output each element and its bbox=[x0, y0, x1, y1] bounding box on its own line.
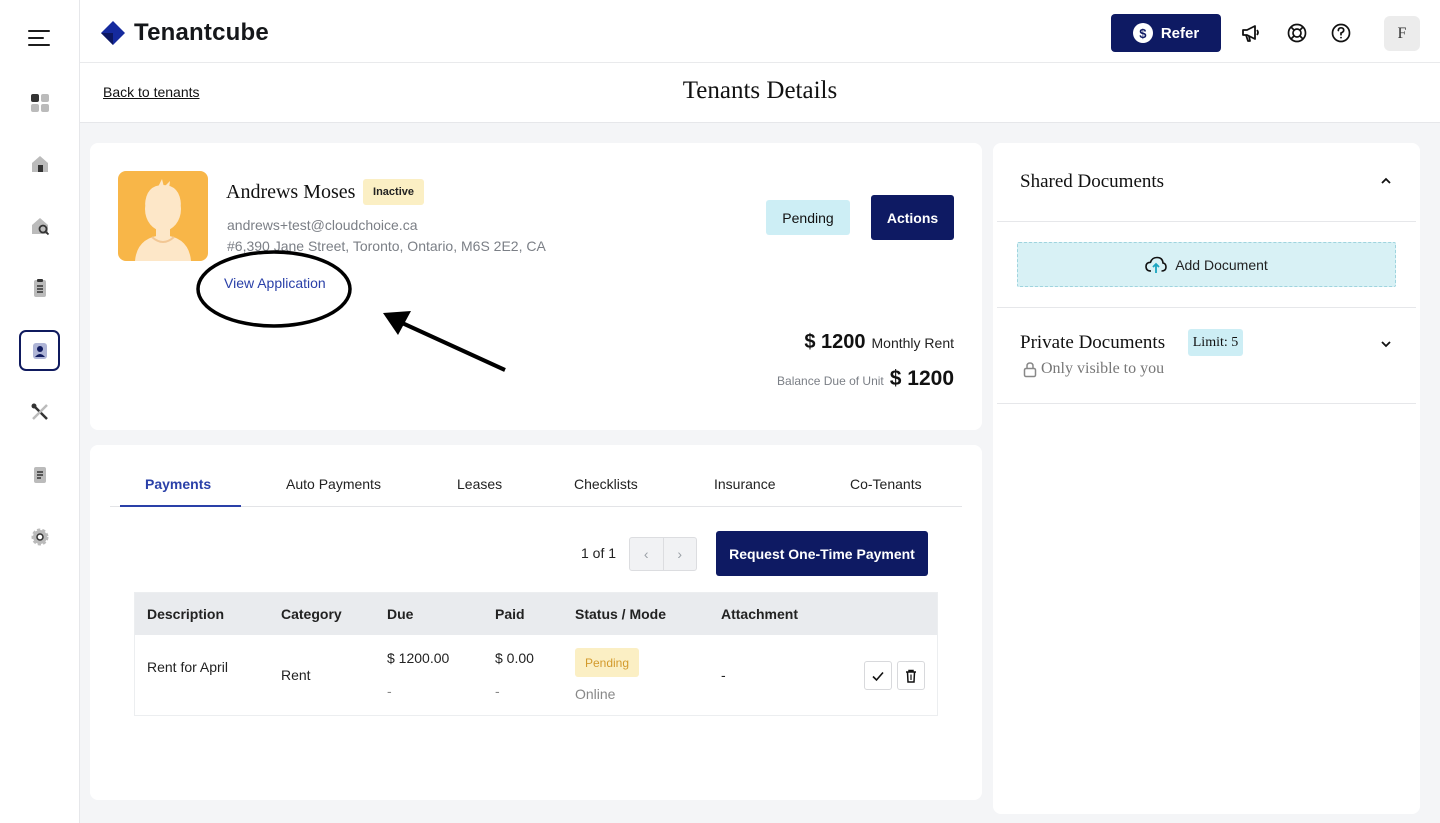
cloud-upload-icon bbox=[1145, 256, 1167, 273]
megaphone-icon[interactable] bbox=[1239, 21, 1263, 45]
next-page-button[interactable]: › bbox=[664, 538, 697, 570]
payment-category: Rent bbox=[281, 667, 311, 683]
tab-auto-payments[interactable]: Auto Payments bbox=[286, 476, 381, 492]
tab-insurance[interactable]: Insurance bbox=[714, 476, 775, 492]
add-document-button[interactable]: Add Document bbox=[1017, 242, 1396, 287]
monthly-rent: $ 1200 Monthly Rent bbox=[804, 331, 954, 354]
table-header: Description Category Due Paid Status / M… bbox=[135, 593, 937, 635]
payment-attachment: - bbox=[721, 667, 726, 683]
balance-due-label: Balance Due of Unit bbox=[777, 374, 884, 388]
divider bbox=[997, 307, 1416, 308]
trash-icon bbox=[906, 669, 916, 683]
payments-table: Description Category Due Paid Status / M… bbox=[134, 592, 938, 716]
settings-gear-icon[interactable] bbox=[24, 521, 56, 553]
chevron-up-icon[interactable] bbox=[1379, 174, 1393, 188]
refer-button[interactable]: $ Refer bbox=[1111, 14, 1221, 52]
lock-icon bbox=[1023, 361, 1037, 377]
pagination-text: 1 of 1 bbox=[581, 545, 617, 561]
payment-due-sub: - bbox=[387, 683, 392, 699]
visibility-note-text: Only visible to you bbox=[1041, 360, 1165, 377]
balance-due: Balance Due of Unit $ 1200 bbox=[777, 367, 954, 391]
page-title: Tenants Details bbox=[682, 77, 838, 104]
payment-due: $ 1200.00 bbox=[387, 650, 450, 666]
logo-diamond-icon bbox=[101, 21, 125, 45]
app-name: Tenantcube bbox=[134, 19, 269, 46]
tab-checklists[interactable]: Checklists bbox=[574, 476, 638, 492]
tenant-address: #6,390 Jane Street, Toronto, Ontario, M6… bbox=[227, 238, 546, 254]
column-header-due: Due bbox=[387, 606, 414, 622]
pagination-controls: ‹ › bbox=[629, 537, 697, 571]
column-header-attachment: Attachment bbox=[721, 606, 799, 622]
user-avatar[interactable]: F bbox=[1384, 16, 1420, 51]
payment-description: Rent for April bbox=[147, 659, 228, 675]
view-application-link[interactable]: View Application bbox=[224, 275, 326, 291]
tenant-tabs-card: Payments Auto Payments Leases Checklists… bbox=[90, 445, 982, 800]
document-list-icon[interactable] bbox=[24, 459, 56, 491]
tab-leases[interactable]: Leases bbox=[457, 476, 502, 492]
shared-documents-title: Shared Documents bbox=[1020, 171, 1165, 192]
payment-paid-sub: - bbox=[495, 683, 500, 699]
clipboard-icon[interactable] bbox=[24, 272, 56, 304]
property-search-icon[interactable] bbox=[24, 210, 56, 242]
divider bbox=[997, 221, 1416, 222]
tenants-icon[interactable] bbox=[19, 330, 60, 371]
column-header-description: Description bbox=[147, 606, 225, 622]
actions-button[interactable]: Actions bbox=[871, 195, 954, 240]
tenant-avatar bbox=[118, 171, 208, 261]
private-visibility-note: Only visible to you bbox=[1022, 360, 1164, 378]
dashboard-icon[interactable] bbox=[24, 87, 56, 119]
app-logo[interactable]: Tenantcube bbox=[100, 19, 269, 47]
chevron-down-icon[interactable] bbox=[1379, 337, 1393, 351]
previous-page-button[interactable]: ‹ bbox=[630, 538, 664, 570]
tenant-info-card: Andrews Moses Inactive andrews+test@clou… bbox=[90, 143, 982, 430]
tenant-avatar-illustration-icon bbox=[135, 179, 191, 261]
sidebar bbox=[0, 0, 80, 823]
tenant-status-badge: Inactive bbox=[363, 179, 424, 205]
support-lifebuoy-icon[interactable] bbox=[1285, 21, 1309, 45]
tenant-email: andrews+test@cloudchoice.ca bbox=[227, 217, 418, 233]
divider bbox=[997, 403, 1416, 404]
documents-panel: Shared Documents Add Document Private Do… bbox=[993, 143, 1420, 814]
home-icon[interactable] bbox=[24, 148, 56, 180]
payment-mode: Online bbox=[575, 686, 616, 702]
tools-icon[interactable] bbox=[24, 396, 56, 428]
payment-status-badge: Pending bbox=[575, 648, 639, 677]
pending-status-button[interactable]: Pending bbox=[766, 200, 850, 235]
mark-paid-button[interactable] bbox=[864, 661, 892, 690]
payment-paid: $ 0.00 bbox=[495, 650, 534, 666]
column-header-status-mode: Status / Mode bbox=[575, 606, 667, 622]
page-header: Back to tenants Tenants Details bbox=[80, 63, 1440, 123]
request-one-time-payment-button[interactable]: Request One-Time Payment bbox=[716, 531, 928, 576]
documents-limit-badge: Limit: 5 bbox=[1188, 329, 1243, 356]
help-question-icon[interactable] bbox=[1329, 21, 1353, 45]
add-document-label: Add Document bbox=[1175, 256, 1268, 273]
balance-due-amount: $ 1200 bbox=[889, 367, 954, 390]
column-header-category: Category bbox=[281, 606, 342, 622]
tab-payments[interactable]: Payments bbox=[145, 476, 211, 492]
tab-co-tenants[interactable]: Co-Tenants bbox=[850, 476, 922, 492]
private-documents-title: Private Documents bbox=[1020, 332, 1166, 353]
menu-icon[interactable] bbox=[28, 30, 52, 46]
column-header-paid: Paid bbox=[495, 606, 525, 622]
refer-label: Refer bbox=[1160, 24, 1200, 42]
active-tab-indicator bbox=[120, 505, 241, 507]
monthly-rent-label: Monthly Rent bbox=[871, 335, 954, 351]
top-bar: Tenantcube $ Refer F bbox=[80, 0, 1440, 63]
tenant-name: Andrews Moses bbox=[226, 181, 356, 203]
checkmark-icon bbox=[872, 671, 884, 681]
delete-payment-button[interactable] bbox=[897, 661, 925, 690]
monthly-rent-amount: $ 1200 bbox=[804, 331, 866, 353]
dollar-icon: $ bbox=[1132, 23, 1153, 43]
tabs-bar: Payments Auto Payments Leases Checklists… bbox=[110, 470, 962, 507]
